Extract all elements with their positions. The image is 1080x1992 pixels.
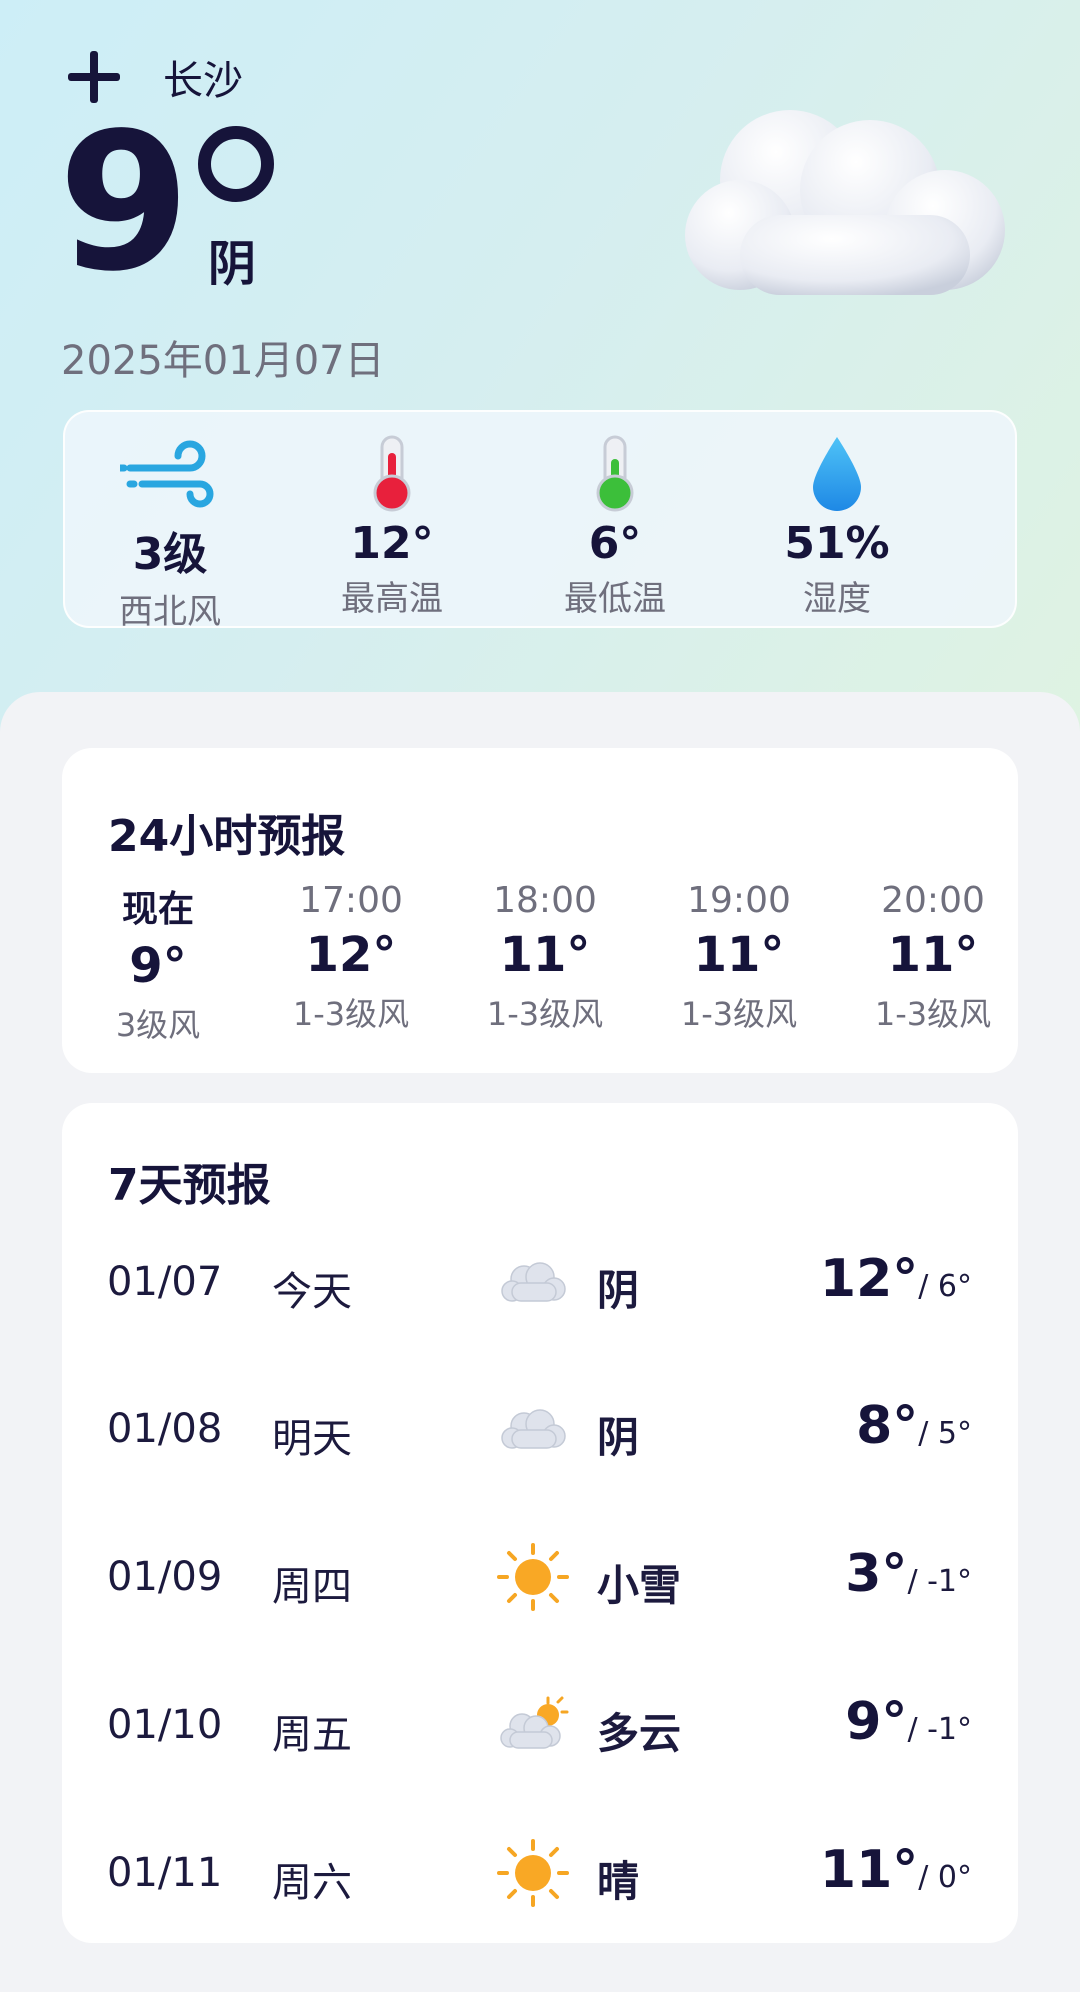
hour-item: 19:00 11° 1-3级风 [654,880,824,1035]
cloud-icon [501,1262,566,1302]
day-high: 12° [819,1249,919,1309]
hourly-forecast-card[interactable]: 24小时预报 现在 9° 3级风 17:00 12° 1-3级风 18:00 1… [62,748,1018,1073]
day-name: 周四 [272,1564,352,1610]
hour-wind: 1-3级风 [292,995,410,1033]
day-row[interactable]: 01/10 周五 多云 9°/ -1° [62,1684,1018,1764]
current-condition: 阴 [208,236,257,292]
day-date: 01/11 [107,1850,223,1896]
day-row[interactable]: 01/08 明天 阴 8°/ 5° [62,1388,1018,1468]
partly-cloudy-icon [500,1696,569,1749]
stat-label: 湿度 [803,579,871,619]
hour-wind: 3级风 [115,1006,201,1044]
hour-temp: 12° [305,927,397,983]
day-high: 11° [819,1840,919,1900]
hour-temp: 11° [887,927,979,983]
hour-item: 18:00 11° 1-3级风 [460,880,630,1035]
day-name: 今天 [272,1269,352,1315]
day-condition: 阴 [597,1266,640,1315]
current-temperature: 9 [58,92,190,313]
hour-time: 17:00 [299,880,403,921]
stat-wind: 3级 西北风 [70,432,270,633]
hour-temp: 11° [693,927,785,983]
stat-label: 最高温 [341,579,443,619]
stat-high-temp: 12° 最高温 [292,432,492,620]
hour-wind: 1-3级风 [680,995,798,1033]
day-name: 周五 [272,1712,352,1758]
weekly-forecast-title: 7天预报 [108,1160,271,1211]
hour-item: 17:00 12° 1-3级风 [266,880,436,1035]
hour-time: 现在 [121,889,194,930]
hour-time: 20:00 [881,880,985,921]
sun-icon [497,1839,569,1907]
day-high: 3° [845,1544,908,1604]
wind-icon [120,440,214,508]
day-low: / -1° [907,1712,972,1747]
stat-label: 最低温 [564,579,666,619]
degree-symbol [198,126,274,202]
day-low: / 0° [918,1860,972,1895]
day-condition: 阴 [597,1413,640,1462]
stat-value: 6° [588,518,642,569]
day-condition: 小雪 [597,1561,682,1610]
hour-wind: 1-3级风 [486,995,604,1033]
stat-label: 西北风 [119,592,221,632]
stat-humidity: 51% 湿度 [737,432,937,620]
stat-value: 12° [350,518,434,569]
stat-value: 51% [784,518,890,569]
weather-hero: 长沙 9 阴 2025年01月07日 3级 西北风 12° 最高温 6° 最低温… [0,0,1080,760]
day-high: 9° [845,1692,908,1752]
day-date: 01/07 [107,1259,223,1305]
day-name: 明天 [272,1416,352,1462]
day-date: 01/09 [107,1554,223,1600]
weather-stats-card: 3级 西北风 12° 最高温 6° 最低温 51% 湿度 [63,410,1017,632]
weekly-forecast-card: 7天预报 01/07 今天 阴 12°/ 6° 01/08 明天 阴 8°/ 5… [62,1103,1018,1943]
hour-item: 现在 9° 3级风 [73,880,243,1046]
cloud-icon [501,1409,566,1449]
cloud-icon [685,110,1005,295]
thermometer-high-icon [373,435,411,512]
stat-value: 3级 [132,529,208,580]
water-drop-icon [813,437,861,511]
day-row[interactable]: 01/07 今天 阴 12°/ 6° [62,1241,1018,1321]
hour-temp: 11° [499,927,591,983]
current-date: 2025年01月07日 [61,338,385,384]
day-date: 01/08 [107,1406,223,1452]
stat-low-temp: 6° 最低温 [515,432,715,620]
day-high: 8° [856,1396,919,1456]
day-name: 周六 [272,1860,352,1906]
day-low: / 5° [918,1416,972,1451]
thermometer-low-icon [596,435,634,512]
day-row[interactable]: 01/09 周四 小雪 3°/ -1° [62,1536,1018,1616]
day-condition: 多云 [597,1709,682,1758]
day-date: 01/10 [107,1702,223,1748]
hour-time: 19:00 [687,880,791,921]
hourly-forecast-title: 24小时预报 [108,811,346,862]
hour-item: 20:00 11° 1-3级风 [848,880,1018,1035]
day-low: / 6° [918,1269,972,1304]
hour-wind: 1-3级风 [874,995,992,1033]
sun-icon [497,1543,569,1611]
hour-time: 18:00 [493,880,597,921]
day-condition: 晴 [597,1857,640,1906]
day-low: / -1° [907,1564,972,1599]
hour-temp: 9° [129,938,187,994]
day-row[interactable]: 01/11 周六 晴 11°/ 0° [62,1832,1018,1912]
